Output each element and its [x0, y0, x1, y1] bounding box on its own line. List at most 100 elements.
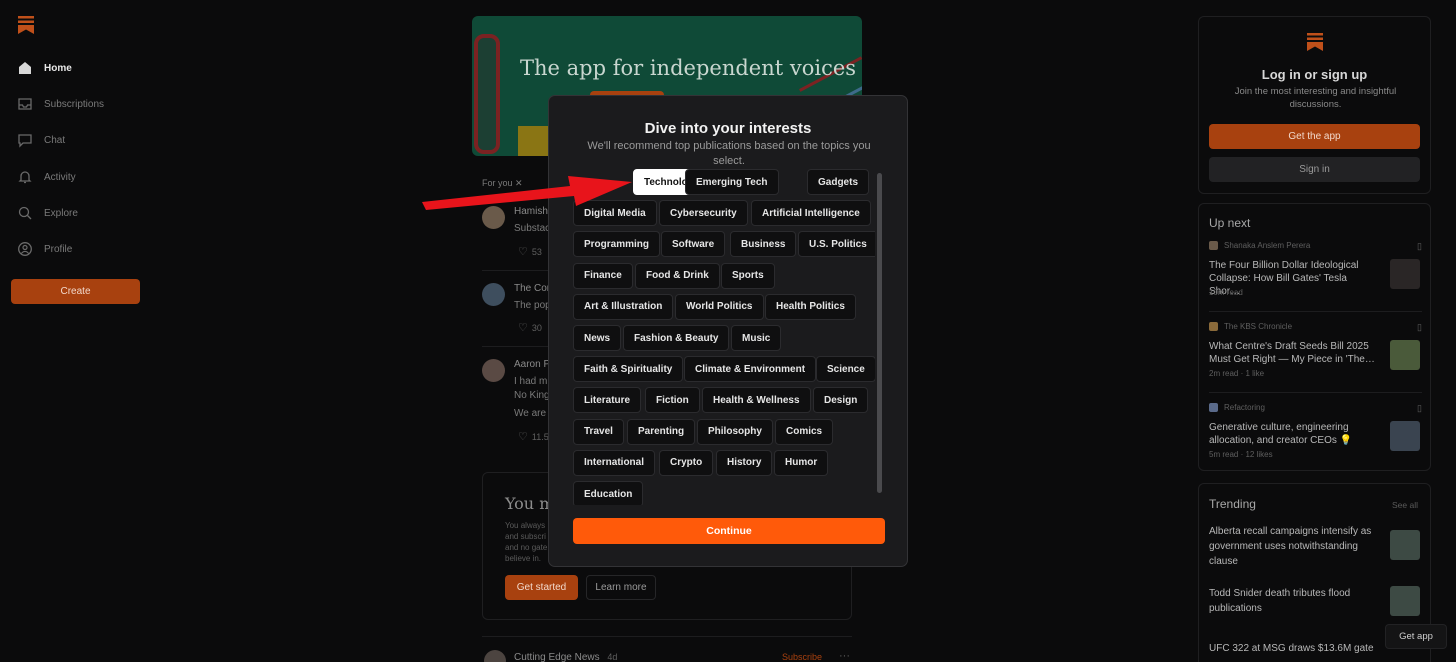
- bookmark-icon[interactable]: ▯: [1417, 241, 1422, 252]
- trending-heading: Trending: [1209, 497, 1256, 511]
- substack-logo-icon[interactable]: [18, 16, 34, 34]
- item-meta: 5m read · 12 likes: [1209, 450, 1273, 459]
- continue-button[interactable]: Continue: [573, 518, 885, 544]
- sidebar-item-label: Chat: [44, 134, 66, 146]
- topic-chip-music[interactable]: Music: [731, 325, 782, 351]
- sidebar-item-label: Activity: [44, 171, 76, 183]
- avatar: [482, 359, 505, 382]
- trending-title: Todd Snider death tributes flood publica…: [1209, 588, 1351, 614]
- topic-chip-news[interactable]: News: [573, 325, 622, 351]
- topic-chip-artificial-intelligence[interactable]: Artificial Intelligence: [751, 200, 871, 227]
- topic-chip-literature[interactable]: Literature: [573, 387, 642, 414]
- bookmark-icon[interactable]: ▯: [1417, 403, 1422, 414]
- topic-chip-science[interactable]: Science: [816, 356, 875, 383]
- item-meta: 10m read: [1209, 288, 1243, 297]
- topic-chip-philosophy[interactable]: Philosophy: [697, 418, 773, 445]
- like-count[interactable]: ♡ 30: [518, 321, 542, 334]
- topic-chip-parenting[interactable]: Parenting: [627, 418, 696, 445]
- trending-item[interactable]: Todd Snider death tributes flood publica…: [1209, 586, 1422, 621]
- get-started-button[interactable]: Get started: [505, 575, 578, 600]
- up-next-card: Up next Shanaka Anslem Perera ▯ The Four…: [1198, 203, 1431, 471]
- see-all-link[interactable]: See all: [1392, 500, 1418, 510]
- topic-chip-comics[interactable]: Comics: [775, 418, 834, 445]
- scrollbar[interactable]: [877, 173, 882, 493]
- item-title: Generative culture, engineering allocati…: [1209, 422, 1353, 446]
- post-author[interactable]: Cutting Edge News 4d: [514, 652, 617, 662]
- trending-title: Alberta recall campaigns intensify as go…: [1209, 526, 1372, 567]
- topic-chip-climate-environment[interactable]: Climate & Environment: [684, 356, 817, 383]
- topic-chip-history[interactable]: History: [716, 449, 773, 476]
- topic-chip-u-s-politics[interactable]: U.S. Politics: [798, 231, 875, 258]
- topic-chip-world-politics[interactable]: World Politics: [675, 293, 764, 320]
- topic-chip-health-wellness[interactable]: Health & Wellness: [702, 387, 811, 414]
- create-button[interactable]: Create: [11, 279, 140, 304]
- publication-icon: [1209, 241, 1218, 250]
- sidebar-item-home[interactable]: Home: [17, 56, 72, 80]
- topic-chip-business[interactable]: Business: [730, 231, 797, 258]
- item-thumbnail: [1390, 586, 1420, 616]
- item-thumbnail: [1390, 530, 1420, 560]
- profile-icon: [18, 242, 32, 256]
- topic-chip-cybersecurity[interactable]: Cybersecurity: [659, 200, 748, 227]
- up-next-item[interactable]: The KBS Chronicle ▯ What Centre's Draft …: [1209, 322, 1422, 382]
- divider: [1209, 311, 1422, 312]
- search-icon: [18, 206, 32, 220]
- topic-chip-fiction[interactable]: Fiction: [645, 387, 700, 414]
- inbox-icon: [18, 98, 32, 110]
- sidebar-item-subscriptions[interactable]: Subscriptions: [17, 92, 104, 116]
- promo-text: and subscri: [505, 532, 546, 541]
- trending-item[interactable]: Alberta recall campaigns intensify as go…: [1209, 524, 1422, 569]
- topic-chip-crypto[interactable]: Crypto: [659, 449, 714, 476]
- trending-title: UFC 322 at MSG draws $13.6M gate: [1209, 643, 1374, 654]
- topic-chip-food-drink[interactable]: Food & Drink: [635, 262, 720, 289]
- sidebar-item-profile[interactable]: Profile: [17, 237, 72, 261]
- divider: [1209, 392, 1422, 393]
- sidebar-item-explore[interactable]: Explore: [17, 201, 78, 225]
- get-the-app-button[interactable]: Get the app: [1209, 124, 1420, 149]
- publication-name: The KBS Chronicle: [1209, 322, 1292, 331]
- bookmark-icon[interactable]: ▯: [1417, 322, 1422, 333]
- publication-icon: [1209, 322, 1218, 331]
- up-next-item[interactable]: Shanaka Anslem Perera ▯ The Four Billion…: [1209, 241, 1422, 301]
- topic-chip-health-politics[interactable]: Health Politics: [765, 293, 856, 320]
- topic-chip-emerging-tech[interactable]: Emerging Tech: [685, 169, 779, 195]
- topic-chip-gadgets[interactable]: Gadgets: [807, 169, 870, 195]
- heart-icon: ♡: [518, 322, 528, 334]
- topic-chip-programming[interactable]: Programming: [573, 231, 661, 258]
- chat-icon: [18, 134, 32, 148]
- topic-chip-fashion-beauty[interactable]: Fashion & Beauty: [623, 325, 730, 351]
- avatar: [484, 650, 506, 662]
- item-meta: 2m read · 1 like: [1209, 369, 1265, 378]
- post-text: The pop: [514, 300, 551, 311]
- sidebar-item-chat[interactable]: Chat: [17, 128, 65, 152]
- topic-chip-education[interactable]: Education: [573, 481, 644, 505]
- more-icon[interactable]: ···: [839, 650, 850, 662]
- scrollbar-thumb[interactable]: [877, 173, 882, 493]
- topic-chip-humor[interactable]: Humor: [774, 449, 829, 476]
- heart-icon: ♡: [518, 246, 528, 258]
- heart-icon: ♡: [518, 431, 528, 443]
- topic-chip-software[interactable]: Software: [661, 231, 726, 258]
- promo-text: and no gate: [505, 543, 548, 552]
- get-app-button[interactable]: Get app: [1385, 624, 1447, 649]
- topic-chip-design[interactable]: Design: [813, 387, 869, 414]
- promo-title: You m: [505, 494, 555, 513]
- up-next-heading: Up next: [1209, 216, 1251, 230]
- promo-text: believe in.: [505, 554, 542, 563]
- like-count[interactable]: ♡ 53: [518, 245, 542, 258]
- learn-more-button[interactable]: Learn more: [586, 575, 656, 600]
- topic-chip-international[interactable]: International: [573, 449, 656, 476]
- like-count[interactable]: ♡ 11.5: [518, 430, 549, 443]
- topic-chip-sports[interactable]: Sports: [721, 262, 775, 289]
- topic-chip-travel[interactable]: Travel: [573, 418, 624, 445]
- login-card: Log in or sign up Join the most interest…: [1198, 16, 1431, 194]
- subscribe-link[interactable]: Subscribe: [782, 652, 822, 662]
- post-text: Substac: [514, 223, 551, 234]
- topic-chip-finance[interactable]: Finance: [573, 262, 633, 289]
- topic-chip-art-illustration[interactable]: Art & Illustration: [573, 293, 674, 320]
- sign-in-button[interactable]: Sign in: [1209, 157, 1420, 182]
- topic-chip-faith-spirituality[interactable]: Faith & Spirituality: [573, 356, 684, 383]
- up-next-item[interactable]: Refactoring ▯ Generative culture, engine…: [1209, 403, 1422, 463]
- sidebar-item-label: Subscriptions: [44, 98, 105, 110]
- sidebar-item-activity[interactable]: Activity: [17, 165, 76, 189]
